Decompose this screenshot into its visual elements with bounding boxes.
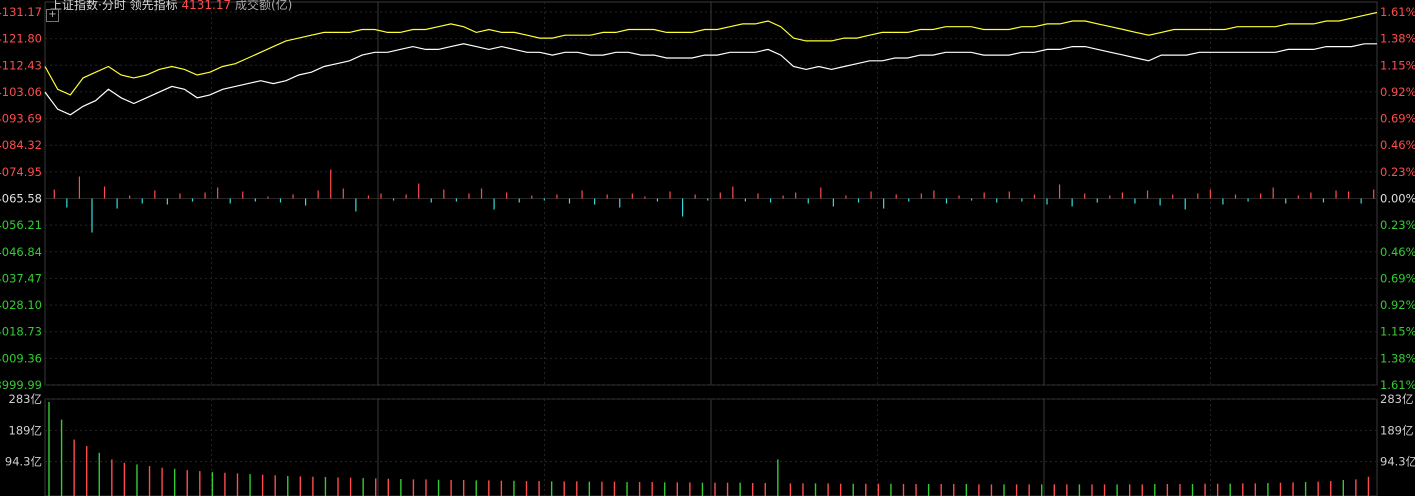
y-tick-label-left: 4018.73	[0, 325, 42, 339]
y-tick-label-right: 1.38%	[1380, 32, 1415, 46]
volume-tick-label-left: 189亿	[9, 423, 42, 437]
y-tick-label-left: 4056.21	[0, 218, 42, 232]
volume-tick-label-right: 283亿	[1380, 392, 1413, 406]
y-tick-label-right: 0.92%	[1380, 298, 1415, 312]
y-tick-label-right: 1.61%	[1380, 378, 1415, 392]
y-tick-label-right: 0.92%	[1380, 85, 1415, 99]
y-tick-label-right: 1.38%	[1380, 351, 1415, 365]
y-tick-label-right: 0.46%	[1380, 138, 1415, 152]
y-tick-label-right: 1.15%	[1380, 325, 1415, 339]
chart-svg: 4131.17 1.61% 4121.80 1.38% 4112.43 1.15% 4103…	[0, 1, 1415, 496]
y-tick-label-right: 0.00%	[1380, 192, 1415, 206]
y-tick-label-left: 4065.58	[0, 192, 42, 206]
y-tick-label-right: 0.69%	[1380, 112, 1415, 126]
plus-icon[interactable]: +	[46, 9, 59, 22]
chart-header: 上证指数·分时 领先指标 4131.17 成交额(亿)	[50, 0, 292, 13]
y-tick-label-left: 4074.95	[0, 165, 42, 179]
y-tick-label-right: 0.23%	[1380, 218, 1415, 232]
y-tick-label-left: 4103.06	[0, 85, 42, 99]
lead-label: 领先指标	[129, 0, 178, 12]
extra-label: 成交额(亿)	[234, 0, 293, 12]
y-tick-label-left: 4009.36	[0, 351, 42, 365]
y-tick-label-right: 1.15%	[1380, 58, 1415, 72]
y-tick-label-left: 4112.43	[0, 58, 42, 72]
volume-tick-label-right: 94.3亿	[1380, 455, 1415, 469]
y-tick-label-left: 4046.84	[0, 245, 42, 259]
y-tick-label-left: 3999.99	[0, 378, 42, 392]
y-tick-label-right: 0.23%	[1380, 165, 1415, 179]
y-tick-label-left: 4131.17	[0, 5, 42, 19]
index-name: 上证指数·分时	[50, 0, 126, 12]
lead-value: 4131.17	[181, 0, 232, 12]
y-tick-label-right: 0.46%	[1380, 245, 1415, 259]
y-tick-label-right: 0.69%	[1380, 271, 1415, 285]
y-tick-label-left: 4093.69	[0, 112, 42, 126]
volume-tick-label-right: 189亿	[1380, 423, 1413, 437]
y-tick-label-right: 1.61%	[1380, 5, 1415, 19]
y-tick-label-left: 4028.10	[0, 298, 42, 312]
y-tick-label-left: 4121.80	[0, 32, 42, 46]
volume-tick-label-left: 94.3亿	[5, 455, 42, 469]
intraday-chart-panel: 4131.17 1.61% 4121.80 1.38% 4112.43 1.15% 4103…	[0, 0, 1415, 496]
y-tick-label-left: 4084.32	[0, 138, 42, 152]
volume-tick-label-left: 283亿	[9, 392, 42, 406]
y-tick-label-left: 4037.47	[0, 271, 42, 285]
